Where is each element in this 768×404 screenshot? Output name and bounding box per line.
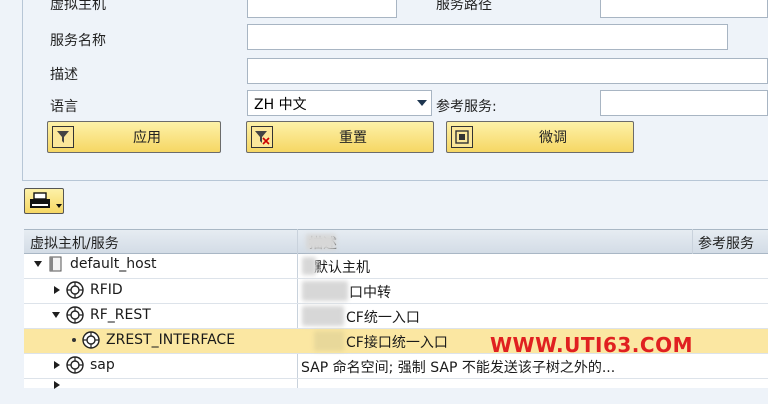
ref-service-label: 参考服务:	[436, 99, 497, 115]
redaction-blur	[314, 331, 344, 351]
expand-toggle-icon[interactable]	[54, 361, 60, 369]
expand-toggle-icon[interactable]	[52, 312, 60, 318]
row-description: CF接口统一入口	[346, 335, 448, 351]
reset-button-label: 重置	[339, 130, 367, 146]
service-path-label: 服务路径	[436, 0, 492, 13]
finetune-icon	[451, 126, 473, 148]
service-icon	[66, 356, 84, 374]
expand-toggle-icon[interactable]	[54, 286, 60, 294]
table-row[interactable]: RFID 口中转	[24, 279, 768, 304]
node-label: RF_REST	[90, 307, 151, 323]
description-label: 描述	[50, 67, 78, 83]
service-path-input[interactable]	[600, 0, 768, 18]
service-icon	[66, 281, 84, 299]
node-label: default_host	[70, 256, 157, 272]
col-ref-service-header[interactable]: 参考服务	[698, 233, 754, 253]
ref-service-input[interactable]	[600, 90, 768, 116]
node-label: ZREST_INTERFACE	[106, 332, 236, 348]
row-description: 默认主机	[314, 260, 370, 276]
redaction-blur	[302, 306, 344, 326]
dropdown-arrow-icon[interactable]	[56, 204, 62, 208]
service-tree-table: 虚拟主机/服务 描述 参考服务 default_host 默认主机 RFID 口…	[24, 229, 768, 389]
row-description: 口中转	[349, 285, 391, 301]
redaction-blur	[302, 257, 316, 275]
row-description: SAP 命名空间; 强制 SAP 不能发送该子树之外的...	[301, 360, 616, 376]
finetune-button-label: 微调	[539, 130, 567, 146]
service-name-input[interactable]	[247, 24, 728, 50]
virtual-host-input[interactable]	[247, 0, 397, 18]
language-value: ZH 中文	[254, 97, 307, 113]
filter-icon	[52, 126, 74, 148]
apply-button[interactable]: 应用	[47, 121, 221, 153]
expand-toggle-icon[interactable]	[34, 261, 42, 267]
folder-icon	[48, 256, 64, 272]
reset-button[interactable]: 重置	[246, 121, 434, 153]
chevron-down-icon[interactable]	[417, 100, 427, 106]
description-input[interactable]	[247, 58, 768, 84]
redaction-blur	[306, 234, 336, 250]
finetune-button[interactable]: 微调	[446, 121, 634, 153]
watermark-text: WWW.UTI63.COM	[490, 333, 693, 357]
service-filter-form: 虚拟主机 服务路径 服务名称 描述 语言 ZH 中文 参考服务: 应用 重置 微…	[0, 0, 768, 184]
language-label: 语言	[50, 99, 78, 115]
service-name-label: 服务名称	[50, 33, 106, 49]
service-icon	[82, 331, 100, 349]
table-row[interactable]: sap SAP 命名空间; 强制 SAP 不能发送该子树之外的...	[24, 354, 768, 379]
printer-icon	[29, 192, 51, 210]
reset-filter-icon	[251, 126, 273, 148]
leaf-bullet-icon	[72, 338, 76, 342]
col-host-service-header[interactable]: 虚拟主机/服务	[30, 233, 119, 253]
node-label: sap	[90, 357, 115, 373]
node-label: RFID	[90, 282, 123, 298]
redaction-blur	[302, 281, 348, 301]
table-row[interactable]: default_host 默认主机	[24, 254, 768, 279]
service-icon	[66, 306, 84, 324]
table-row[interactable]: RF_REST CF统一入口	[24, 304, 768, 329]
row-description: CF统一入口	[346, 310, 420, 326]
virtual-host-label: 虚拟主机	[50, 0, 106, 13]
apply-button-label: 应用	[133, 130, 161, 146]
table-row[interactable]	[24, 379, 768, 404]
table-header: 虚拟主机/服务 描述 参考服务	[24, 229, 768, 254]
language-select[interactable]: ZH 中文	[247, 90, 432, 116]
print-button[interactable]	[24, 188, 64, 214]
